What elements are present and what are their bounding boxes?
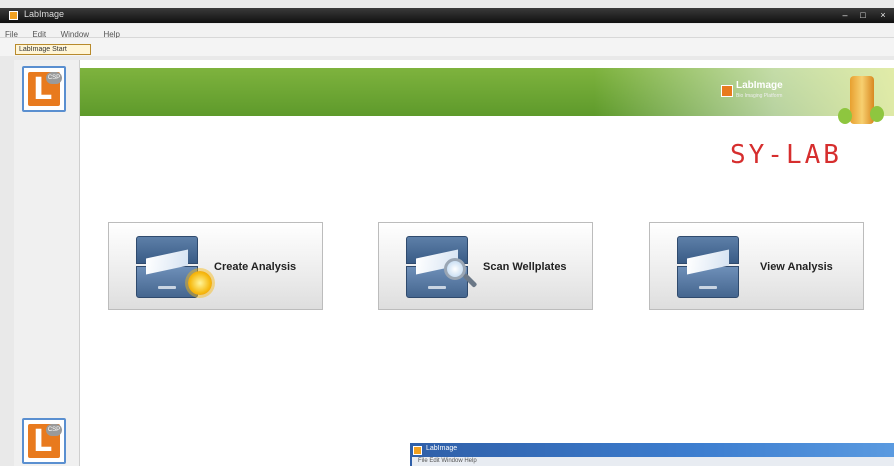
- view-analysis-button[interactable]: View Analysis: [649, 222, 864, 310]
- logo-badge: CSP: [46, 72, 62, 84]
- menu-bar: File Edit Window Help: [0, 24, 894, 39]
- create-analysis-button[interactable]: Create Analysis: [108, 222, 323, 310]
- brand-subtitle: Bio Imaging Platform: [736, 93, 783, 99]
- minimize-button[interactable]: –: [838, 9, 852, 21]
- tab-label: LabImage Start: [19, 46, 67, 53]
- overlay-menu-bar: File Edit Window Help: [412, 457, 894, 466]
- application-window: LabImage – □ × File Edit Window Help Lab…: [0, 0, 894, 466]
- decorative-leaf-icon: [838, 108, 852, 124]
- tab-labimage-start[interactable]: LabImage Start: [15, 44, 91, 55]
- header-banner: LabImage Bio Imaging Platform: [80, 68, 894, 124]
- sun-icon: [188, 271, 212, 295]
- logo-badge: CSP: [46, 424, 62, 436]
- brand-logo-icon: [721, 85, 733, 97]
- create-analysis-label: Create Analysis: [214, 261, 297, 273]
- cabinet-sun-icon: [136, 236, 212, 298]
- labimage-logo-button-bottom[interactable]: L CSP: [22, 418, 66, 464]
- overlay-window-title: LabImage: [426, 445, 458, 452]
- decorative-leaf-icon: [870, 106, 884, 122]
- cabinet-icon: [677, 236, 739, 298]
- app-icon: [9, 11, 18, 20]
- start-page: LabImage Bio Imaging Platform SY-LAB Cre…: [80, 60, 894, 466]
- labimage-logo-button[interactable]: L CSP: [22, 66, 66, 112]
- sidebar: L CSP L CSP: [14, 60, 80, 466]
- scan-wellplates-button[interactable]: Scan Wellplates: [378, 222, 593, 310]
- brand-name: LabImage: [736, 80, 783, 91]
- window-title: LabImage: [24, 9, 65, 19]
- overlay-window-preview[interactable]: LabImage File Edit Window Help: [410, 443, 894, 466]
- app-icon: [413, 446, 422, 455]
- document-tab-bar: LabImage Start: [0, 38, 894, 56]
- maximize-button[interactable]: □: [856, 9, 870, 21]
- close-button[interactable]: ×: [876, 9, 890, 21]
- title-bar[interactable]: LabImage – □ ×: [0, 8, 894, 23]
- view-analysis-label: View Analysis: [760, 261, 833, 273]
- vendor-logo: SY-LAB: [730, 140, 842, 170]
- scan-wellplates-label: Scan Wellplates: [483, 261, 567, 273]
- cabinet-magnifier-icon: [406, 236, 478, 298]
